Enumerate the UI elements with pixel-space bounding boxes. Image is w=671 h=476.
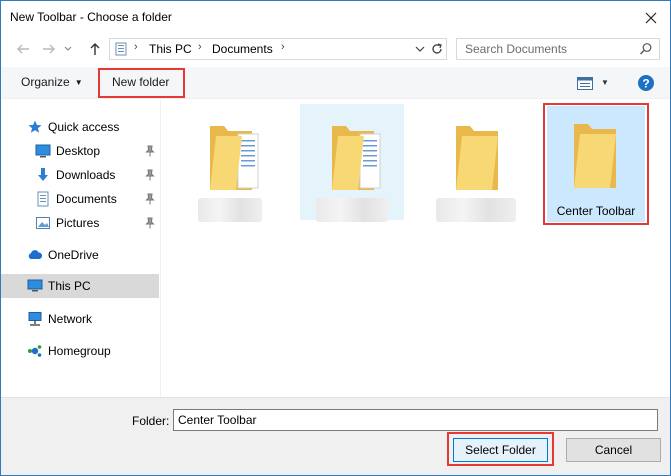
documents-icon (37, 191, 49, 207)
folder-item[interactable] (424, 104, 528, 222)
folder-with-documents-icon (210, 126, 259, 190)
navigation-bar: › This PC › Documents › (1, 34, 670, 66)
recent-locations-chevron-icon[interactable] (63, 41, 73, 57)
organize-label: Organize (21, 75, 70, 89)
folder-field-label: Folder: (132, 414, 170, 428)
pin-icon[interactable] (145, 193, 155, 205)
close-icon[interactable] (642, 9, 660, 27)
sidebar-item-documents[interactable]: Documents (1, 187, 159, 211)
forward-arrow-icon[interactable] (41, 41, 57, 57)
new-folder-button[interactable]: New folder (112, 75, 169, 89)
pictures-icon (36, 217, 50, 229)
folder-item[interactable] (178, 104, 282, 222)
sidebar-item-label: Quick access (48, 120, 120, 134)
folder-with-documents-icon (332, 126, 381, 190)
refresh-icon[interactable] (430, 42, 444, 56)
redacted-folder-name (198, 198, 262, 222)
navigation-pane: Quick access Desktop Downloads Documents… (1, 100, 161, 397)
sidebar-item-pictures[interactable]: Pictures (1, 211, 159, 235)
search-box[interactable] (456, 38, 660, 60)
breadcrumb-separator-icon: › (198, 41, 202, 53)
select-folder-button[interactable]: Select Folder (453, 438, 548, 462)
sidebar-item-network[interactable]: Network (1, 307, 159, 331)
address-bar[interactable]: › This PC › Documents › (109, 38, 447, 60)
sidebar-item-downloads[interactable]: Downloads (1, 163, 159, 187)
this-pc-icon (115, 42, 127, 56)
up-arrow-icon[interactable] (87, 41, 103, 57)
sidebar-item-label: Homegroup (48, 344, 111, 358)
star-icon (28, 120, 42, 133)
selected-folder-highlight (543, 103, 649, 225)
window-title: New Toolbar - Choose a folder (10, 10, 172, 24)
redacted-folder-name (316, 198, 388, 222)
sidebar-item-label: Desktop (56, 144, 101, 158)
desktop-icon (35, 144, 51, 158)
sidebar-item-label: OneDrive (48, 248, 99, 262)
sidebar-item-label: Network (48, 312, 93, 326)
address-dropdown-chevron-icon[interactable] (415, 43, 425, 55)
sidebar-item-this-pc[interactable]: This PC (1, 274, 159, 298)
organize-menu-button[interactable]: Organize ▼ (21, 75, 83, 89)
breadcrumb-this-pc[interactable]: This PC (149, 42, 192, 56)
command-bar: Organize ▼ New folder ▼ ? (1, 67, 670, 99)
breadcrumb-separator-icon: › (281, 41, 285, 53)
breadcrumb-documents[interactable]: Documents (212, 42, 273, 56)
pin-icon[interactable] (145, 217, 155, 229)
sidebar-item-label: Downloads (56, 168, 116, 182)
back-arrow-icon[interactable] (15, 41, 31, 57)
pin-icon[interactable] (145, 145, 155, 157)
sidebar-item-label: Documents (56, 192, 117, 206)
title-bar: New Toolbar - Choose a folder (1, 1, 670, 33)
choose-folder-dialog: New Toolbar - Choose a folder › This PC … (0, 0, 671, 476)
folder-view: Center Toolbar (162, 100, 670, 397)
sidebar-item-homegroup[interactable]: Homegroup (1, 339, 159, 363)
caret-down-icon: ▼ (74, 78, 83, 87)
network-icon (28, 312, 42, 326)
sidebar-item-onedrive[interactable]: OneDrive (1, 243, 159, 267)
dialog-footer: Folder: Select Folder Cancel (1, 397, 670, 475)
download-arrow-icon (38, 168, 48, 181)
sidebar-item-desktop[interactable]: Desktop (1, 139, 159, 163)
sidebar-item-quick-access[interactable]: Quick access (1, 115, 159, 139)
view-options-icon[interactable] (577, 77, 593, 90)
folder-icon (456, 126, 498, 190)
breadcrumb-separator-icon: › (134, 41, 138, 53)
cloud-icon (28, 250, 43, 259)
search-input[interactable] (457, 39, 637, 59)
view-options-caret-icon[interactable]: ▼ (601, 78, 609, 87)
sidebar-item-label: This PC (48, 279, 91, 293)
pin-icon[interactable] (145, 169, 155, 181)
cancel-button[interactable]: Cancel (566, 438, 661, 462)
homegroup-icon (28, 345, 42, 357)
folder-item[interactable] (300, 104, 404, 222)
computer-icon (27, 279, 43, 292)
search-icon[interactable] (639, 42, 653, 56)
help-icon[interactable]: ? (637, 74, 655, 92)
sidebar-item-label: Pictures (56, 216, 100, 230)
folder-name-input[interactable] (173, 409, 658, 431)
redacted-folder-name (436, 198, 516, 222)
svg-text:?: ? (642, 77, 649, 91)
